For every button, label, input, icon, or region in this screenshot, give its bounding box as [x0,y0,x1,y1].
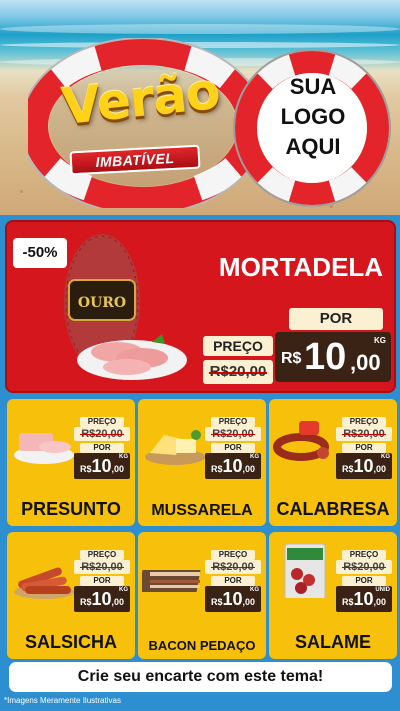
old-price: R$20,00 [205,560,261,574]
product-card-mussarela[interactable]: PREÇO R$20,00 POR R$10,00 KG MUSSARELA [138,399,266,526]
por-label: POR [80,443,124,453]
cta-banner[interactable]: Crie seu encarte com este tema! [9,662,392,692]
por-label: POR [342,443,386,453]
new-price: R$10,00 KG [205,586,261,612]
bacon-slab-image [142,570,201,592]
logo-line: AQUI [285,134,341,159]
product-card-salame[interactable]: PREÇO R$20,00 POR R$10,00 UNID SALAME [269,532,397,659]
price-tag: PREÇO R$20,00 POR R$10,00 UNID [336,550,392,612]
price-tag: PREÇO R$20,00 POR R$10,00 KG [74,417,130,479]
new-price: R$10,00 KG [205,453,261,479]
por-label: POR [211,576,255,586]
por-label: POR [289,308,383,330]
old-price: R$20,00 [336,560,392,574]
svg-text:OURO: OURO [78,295,126,311]
preco-label: PREÇO [211,417,255,427]
product-name: BACON PEDAÇO [148,638,256,653]
product-name: PRESUNTO [21,499,121,519]
product-name: SALSICHA [24,632,117,652]
old-price: R$20,00 [336,427,392,441]
currency: R$ [281,350,302,367]
por-label: POR [211,443,255,453]
preco-label: PREÇO [80,550,124,560]
price-tag: PREÇO R$20,00 POR R$10,00 KG [336,417,392,479]
new-price: R$10,00 KG [336,453,392,479]
product-card-calabresa[interactable]: PREÇO R$20,00 POR R$10,00 KG CALABRESA [269,399,397,526]
old-price: R$20,00 [205,427,261,441]
disclaimer: *Imagens Meramente Ilustrativas [4,696,121,705]
preco-label: PREÇO [203,336,273,356]
logo-placeholder[interactable]: SUA LOGO AQUI [258,72,368,162]
old-price: R$20,00 [74,427,130,441]
logo-line: LOGO [280,104,346,129]
price-tag: PREÇO R$20,00 POR R$10,00 KG [205,550,261,612]
new-price: R$10,00 UNID [336,586,392,612]
price-decimal: ,00 [350,350,381,375]
price-unit: KG [374,336,386,345]
mortadela-image: OURO [64,234,187,380]
product-name: SALAME [295,632,371,652]
hotdog-sausages-image [14,567,74,599]
product-card-bacon[interactable]: PREÇO R$20,00 POR R$10,00 KG BACON PEDAÇ… [138,532,266,659]
price-tag: PREÇO R$20,00 POR R$10,00 KG [74,550,130,612]
logo-line: SUA [289,74,337,99]
ham-slices-image [14,433,74,464]
product-card-salsicha[interactable]: PREÇO R$20,00 POR R$10,00 KG SALSICHA [7,532,135,659]
old-price: R$20,00 [74,560,130,574]
por-label: POR [80,576,124,586]
featured-product-name: MORTADELA [218,252,384,282]
new-price: R$10,00 KG [74,453,130,479]
new-price: R$10,00 KG [74,586,130,612]
por-label: POR [342,576,386,586]
new-price: R$ 10 ,00 KG [275,332,391,382]
featured-offer-card[interactable]: -50% OURO MORTADELA PREÇO R$20,00 POR R$… [5,220,396,393]
preco-label: PREÇO [342,417,386,427]
old-price: R$20,00 [203,360,273,384]
featured-price-tag: PREÇO R$20,00 POR R$ 10 ,00 KG [199,308,393,386]
product-card-presunto[interactable]: PREÇO R$20,00 POR R$10,00 KG PRESUNTO [7,399,135,526]
cheese-image [145,430,205,465]
product-name: CALABRESA [276,499,390,519]
sausage-ring-image [273,421,329,461]
wave [0,24,400,34]
beach-header: Verão IMBATÍVEL SUA LOGO AQUI [0,0,400,215]
preco-label: PREÇO [211,550,255,560]
price-tag: PREÇO R$20,00 POR R$10,00 KG [205,417,261,479]
preco-label: PREÇO [80,417,124,427]
product-name: MUSSARELA [151,502,253,519]
price-integer: 10 [304,336,347,378]
preco-label: PREÇO [342,550,386,560]
